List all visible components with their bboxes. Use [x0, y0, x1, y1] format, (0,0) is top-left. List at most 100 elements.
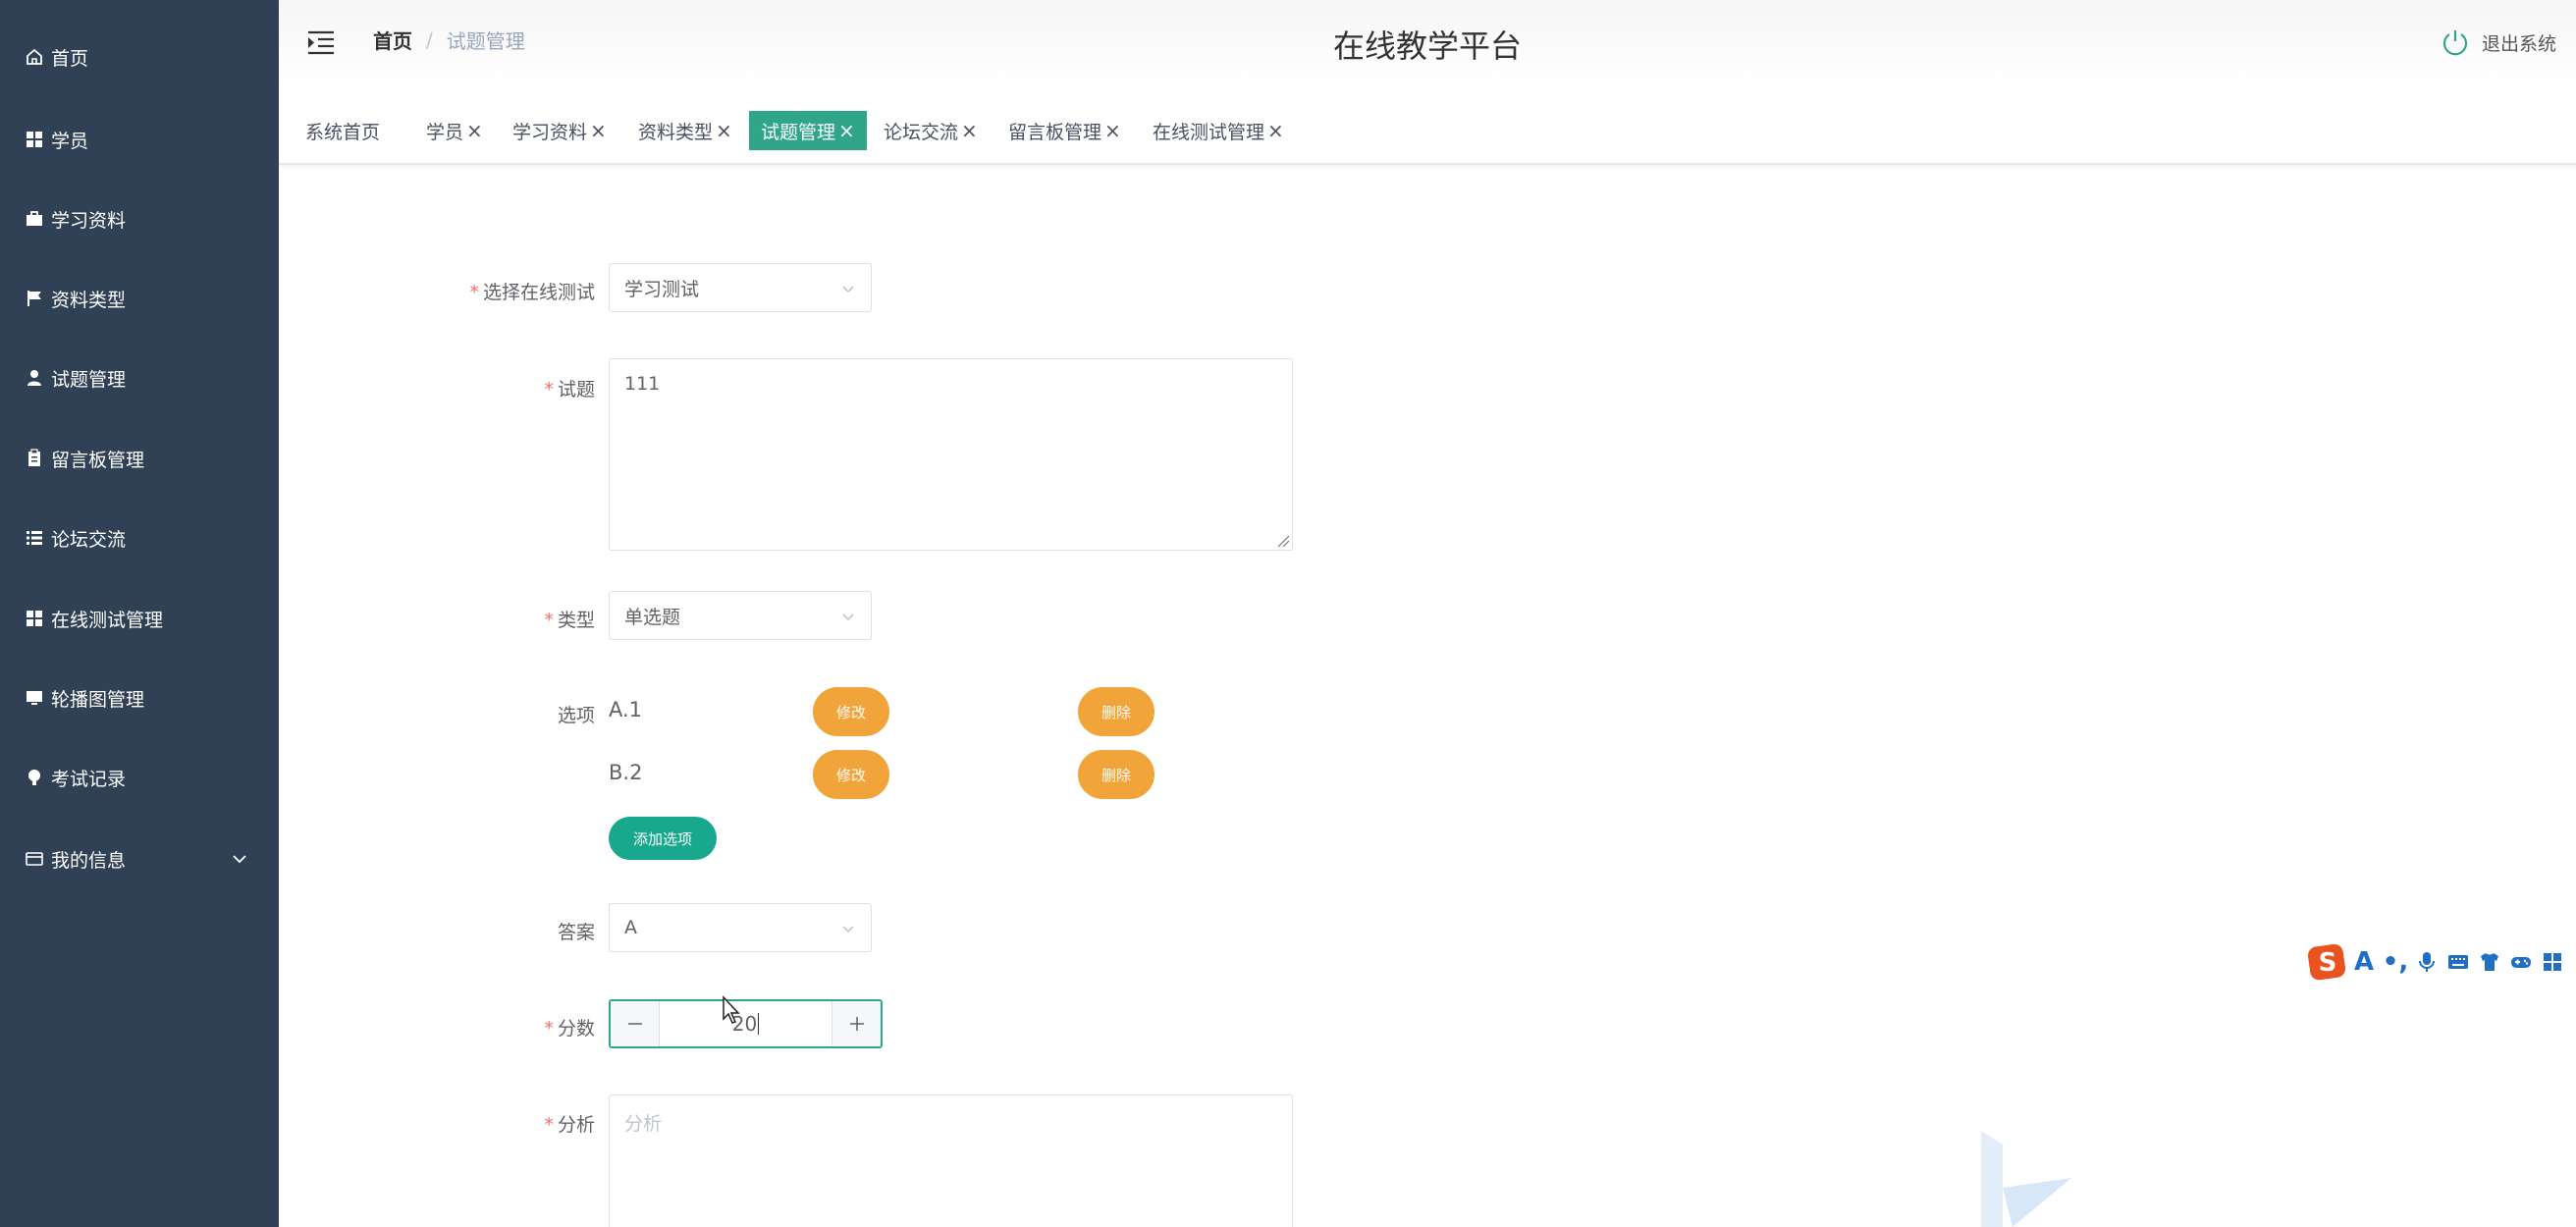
- plus-icon: [849, 1017, 864, 1031]
- tab-questions[interactable]: 试题管理 ×: [749, 111, 867, 150]
- close-icon[interactable]: ×: [961, 119, 978, 142]
- analysis-textarea[interactable]: 分析: [609, 1094, 1293, 1227]
- sidebar-item-label: 留言板管理: [51, 449, 145, 471]
- label-text: 分数: [557, 1018, 595, 1040]
- decrement-button[interactable]: [611, 1001, 660, 1046]
- type-select[interactable]: 单选题: [609, 591, 872, 640]
- resize-handle-icon[interactable]: [1276, 534, 1290, 548]
- tab-students[interactable]: 学员 ×: [414, 111, 495, 150]
- sidebar-item-label: 资料类型: [51, 289, 127, 311]
- score-input[interactable]: 20: [660, 1001, 832, 1046]
- tab-message-board[interactable]: 留言板管理 ×: [996, 111, 1133, 150]
- close-icon[interactable]: ×: [838, 119, 855, 142]
- logout-label: 退出系统: [2481, 32, 2556, 55]
- add-option-button[interactable]: 添加选项: [609, 817, 717, 860]
- ime-punctuation-toggle[interactable]: •,: [2380, 946, 2411, 978]
- sidebar-item-my-info[interactable]: 我的信息: [0, 829, 279, 888]
- sidebar-item-students[interactable]: 学员: [0, 110, 279, 169]
- tab-label: 在线测试管理: [1153, 121, 1265, 143]
- label-text: 选择在线测试: [482, 282, 595, 303]
- answer-label: 答案: [558, 918, 595, 944]
- label-text: 类型: [557, 610, 595, 631]
- tab-system-home[interactable]: 系统首页: [294, 111, 392, 150]
- sidebar-item-material-types[interactable]: 资料类型: [0, 269, 279, 328]
- sidebar-item-label: 考试记录: [51, 768, 127, 790]
- question-label: * 试题: [544, 375, 595, 401]
- grid-icon: [24, 608, 45, 629]
- edit-option-button[interactable]: 修改: [813, 750, 889, 799]
- gamepad-icon[interactable]: [2505, 946, 2537, 978]
- watermark-logo-icon: [1981, 1131, 2071, 1227]
- tab-bar: 系统首页 学员 × 学习资料 × 资料类型 × 试题管理 × 论坛交流 × 留言板管理 × …: [279, 106, 2576, 165]
- sidebar-item-online-tests[interactable]: 在线测试管理: [0, 589, 279, 648]
- sidebar-item-materials[interactable]: 学习资料: [0, 189, 279, 248]
- tab-material-types[interactable]: 资料类型 ×: [626, 111, 744, 150]
- sidebar-item-label: 轮播图管理: [51, 688, 145, 711]
- tab-label: 学习资料: [512, 121, 588, 143]
- sidebar-item-forum[interactable]: 论坛交流: [0, 508, 279, 567]
- score-stepper[interactable]: 20: [609, 999, 883, 1048]
- sidebar-item-exam-records[interactable]: 考试记录: [0, 748, 279, 807]
- logout-button[interactable]: 退出系统: [2441, 27, 2556, 57]
- select-value: 单选题: [624, 606, 681, 628]
- clipboard-icon: [24, 448, 45, 469]
- close-icon[interactable]: ×: [716, 119, 732, 142]
- card-icon: [24, 848, 45, 870]
- textarea-placeholder: 分析: [624, 1113, 663, 1135]
- increment-button[interactable]: [832, 1001, 881, 1046]
- answer-select[interactable]: A: [609, 903, 872, 952]
- required-mark: *: [544, 1114, 554, 1136]
- textarea-value: 111: [624, 373, 661, 395]
- label-text: 选项: [557, 705, 595, 726]
- delete-option-button[interactable]: 删除: [1078, 687, 1154, 736]
- sidebar-item-home[interactable]: 首页: [0, 27, 279, 86]
- mouse-cursor-icon: [723, 995, 740, 1024]
- sidebar-item-carousel[interactable]: 轮播图管理: [0, 668, 279, 727]
- close-icon[interactable]: ×: [590, 119, 607, 142]
- ime-toolbar: S A •,: [2307, 940, 2576, 984]
- question-textarea[interactable]: 111: [609, 358, 1293, 551]
- sidebar-item-label: 学员: [51, 130, 89, 152]
- chevron-down-icon: [842, 286, 854, 293]
- tab-online-tests[interactable]: 在线测试管理 ×: [1141, 111, 1296, 150]
- delete-option-button[interactable]: 删除: [1078, 750, 1154, 799]
- required-mark: *: [544, 1018, 554, 1040]
- sogou-logo-icon[interactable]: S: [2307, 941, 2348, 983]
- tab-label: 试题管理: [761, 121, 836, 143]
- keyboard-icon[interactable]: [2442, 946, 2474, 978]
- sidebar-item-questions[interactable]: 试题管理: [0, 348, 279, 407]
- tab-label: 学员: [426, 121, 464, 143]
- close-icon[interactable]: ×: [1104, 119, 1121, 142]
- test-select[interactable]: 学习测试: [609, 263, 872, 312]
- microphone-icon[interactable]: [2411, 946, 2442, 978]
- chevron-down-icon: [233, 855, 246, 864]
- required-mark: *: [544, 610, 554, 631]
- toolbox-grid-icon[interactable]: [2537, 946, 2568, 978]
- chevron-down-icon: [842, 614, 854, 621]
- close-icon[interactable]: ×: [466, 119, 483, 142]
- sidebar-item-label: 试题管理: [51, 368, 127, 391]
- tab-label: 论坛交流: [884, 121, 959, 143]
- tab-forum[interactable]: 论坛交流 ×: [872, 111, 990, 150]
- required-mark: *: [469, 282, 479, 303]
- label-text: 答案: [557, 922, 595, 943]
- sidebar-item-label: 我的信息: [51, 849, 127, 872]
- chevron-down-icon: [842, 926, 854, 934]
- edit-option-button[interactable]: 修改: [813, 687, 889, 736]
- list-icon: [24, 527, 45, 549]
- skin-shirt-icon[interactable]: [2474, 946, 2505, 978]
- option-text: A.1: [609, 698, 643, 721]
- power-icon: [2442, 30, 2468, 56]
- tab-label: 留言板管理: [1008, 121, 1102, 143]
- sidebar-item-label: 首页: [51, 47, 89, 70]
- label-text: 试题: [557, 379, 595, 400]
- top-header: 首页 / 试题管理 在线教学平台 退出系统: [279, 0, 2576, 86]
- ime-logo-letter: S: [2319, 948, 2337, 978]
- ime-language-toggle[interactable]: A: [2348, 946, 2380, 978]
- tab-materials[interactable]: 学习资料 ×: [501, 111, 618, 150]
- required-mark: *: [544, 379, 554, 400]
- sidebar: 首页 学员 学习资料 资料类型 试题管理 留言板管理 论坛交流 在线测试管理 轮…: [0, 0, 279, 1227]
- flag-icon: [24, 288, 45, 309]
- sidebar-item-message-board[interactable]: 留言板管理: [0, 429, 279, 488]
- close-icon[interactable]: ×: [1267, 119, 1284, 142]
